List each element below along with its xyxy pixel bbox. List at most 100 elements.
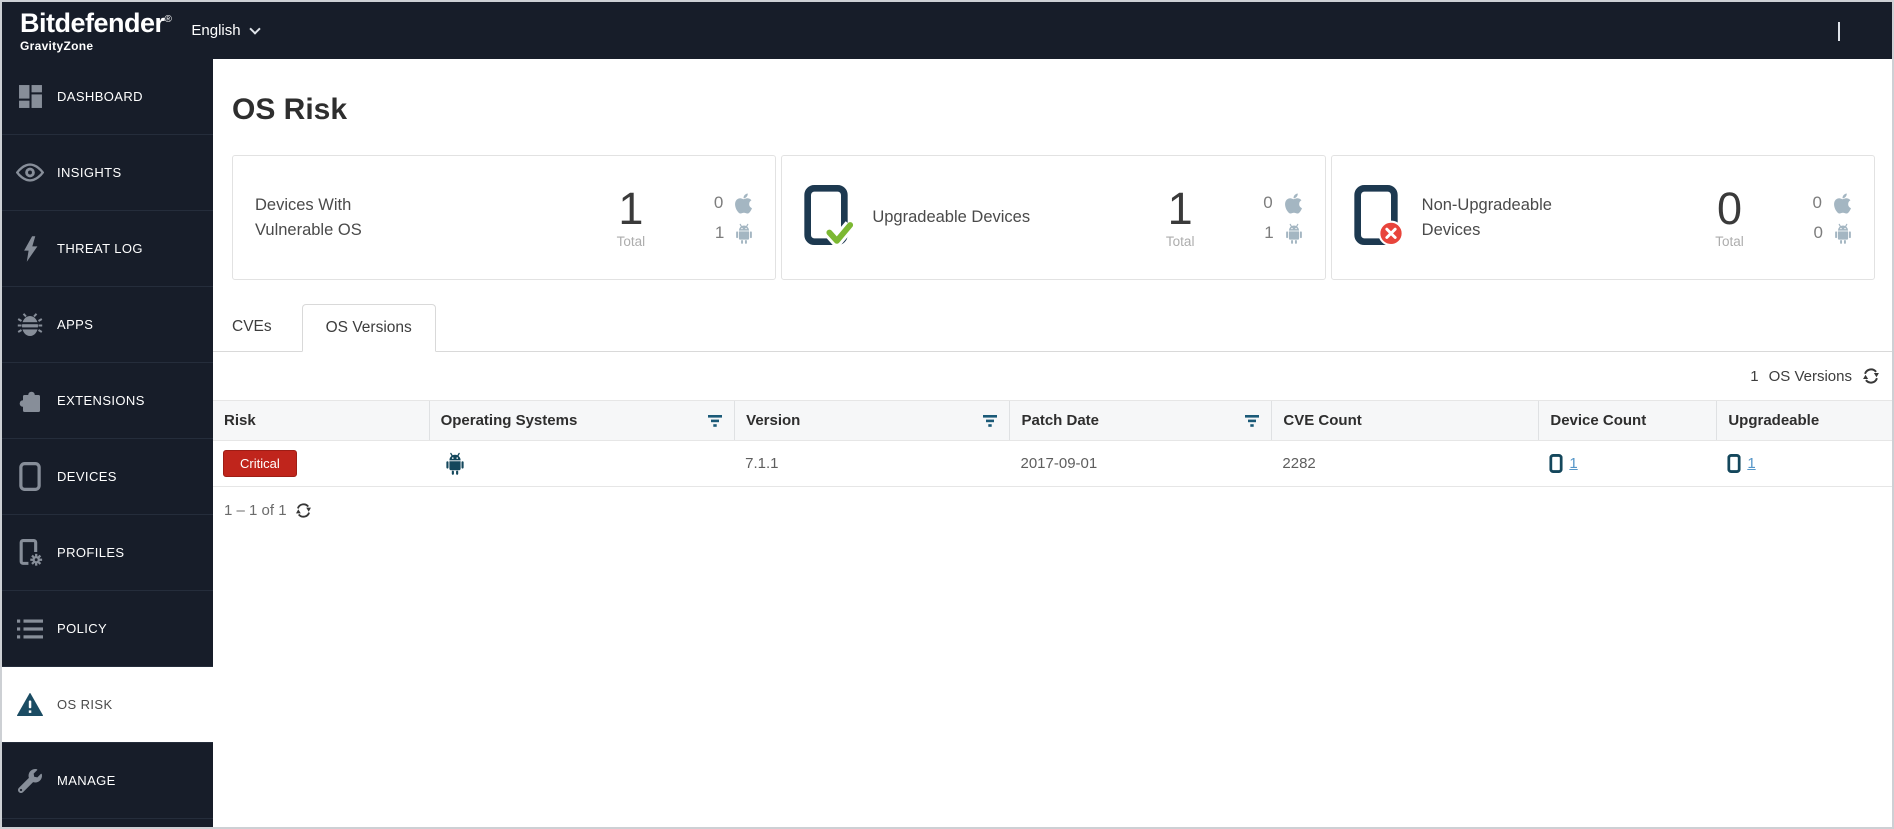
platform-breakdown: 0 1 — [714, 192, 753, 244]
card-title: Devices With Vulnerable OS — [255, 195, 362, 239]
tab-cves[interactable]: CVEs — [232, 303, 302, 351]
apple-icon — [734, 192, 753, 215]
android-count-row: 1 — [714, 223, 753, 244]
puzzle-icon — [14, 389, 46, 413]
app-window: Bitdefender® GravityZone English DASHBOA… — [0, 0, 1894, 829]
sidebar-item-label: DASHBOARD — [57, 89, 143, 104]
column-header-cve-count[interactable]: CVE Count — [1272, 401, 1540, 440]
warning-triangle-icon — [14, 693, 46, 716]
main-content: OS Risk Devices With Vulnerable OS 1 Tot… — [213, 59, 1892, 827]
android-count: 0 — [1813, 223, 1823, 242]
platform-breakdown: 0 0 — [1813, 192, 1852, 244]
sidebar-item-label: OS RISK — [57, 697, 113, 712]
card-upgradeable: Upgradeable Devices 1 Total 0 1 — [781, 155, 1326, 280]
column-header-version[interactable]: Version — [735, 401, 1011, 440]
apple-count-row: 0 — [714, 192, 753, 215]
android-count: 1 — [1264, 223, 1274, 242]
critical-badge: Critical — [223, 450, 297, 477]
card-total: 0 Total — [1709, 186, 1751, 249]
risk-cell: Critical — [213, 450, 430, 477]
patch-date-cell: 2017-09-01 — [1020, 455, 1098, 472]
account-menu-toggle[interactable] — [1838, 22, 1840, 41]
column-header-operating-systems[interactable]: Operating Systems — [430, 401, 736, 440]
total-value: 0 — [1717, 183, 1743, 234]
refresh-icon[interactable] — [295, 502, 312, 519]
result-count-label: OS Versions — [1768, 367, 1852, 385]
sidebar-item-apps[interactable]: APPS — [2, 287, 213, 363]
column-header-patch-date[interactable]: Patch Date — [1010, 401, 1273, 440]
sidebar-item-insights[interactable]: INSIGHTS — [2, 135, 213, 211]
sidebar-item-label: THREAT LOG — [57, 241, 143, 256]
table-header: Risk Operating Systems Version Patch Dat… — [213, 400, 1892, 441]
pagination: 1 – 1 of 1 — [213, 487, 1892, 519]
column-label: Upgradeable — [1728, 412, 1820, 429]
topbar: Bitdefender® GravityZone English — [2, 2, 1892, 59]
column-label: Risk — [224, 412, 256, 429]
sidebar-item-policy[interactable]: POLICY — [2, 591, 213, 667]
card-total: 1 Total — [1159, 186, 1201, 249]
android-count: 1 — [714, 223, 725, 242]
sidebar: DASHBOARD INSIGHTS THREAT LOG APPS EXTEN… — [2, 59, 213, 827]
filter-icon[interactable] — [708, 415, 722, 427]
page-title: OS Risk — [232, 93, 348, 126]
total-label: Total — [1715, 234, 1744, 249]
filter-icon[interactable] — [1245, 415, 1259, 427]
list-icon — [14, 619, 46, 639]
card-total: 1 Total — [610, 186, 652, 249]
card-non-upgradeable: Non-Upgradeable Devices 0 Total 0 0 — [1330, 155, 1875, 280]
total-value: 1 — [618, 183, 644, 234]
device-count-cell: 1 — [1539, 454, 1717, 473]
device-count-link[interactable]: 1 — [1569, 455, 1577, 472]
sidebar-item-label: POLICY — [57, 621, 108, 636]
column-header-upgradeable[interactable]: Upgradeable — [1717, 401, 1892, 440]
platform-breakdown: 0 1 — [1263, 192, 1302, 244]
column-label: Device Count — [1550, 412, 1647, 429]
dashboard-icon — [14, 84, 46, 109]
brand-subtitle: GravityZone — [20, 38, 94, 53]
summary-cards: Devices With Vulnerable OS 1 Total 0 1 U… — [232, 155, 1875, 280]
registered-mark: ® — [164, 13, 172, 25]
wrench-icon — [14, 768, 46, 793]
sidebar-item-label: EXTENSIONS — [57, 393, 145, 408]
upgradeable-cell: 1 — [1717, 454, 1892, 473]
brand-logo: Bitdefender® GravityZone — [20, 9, 172, 53]
bug-icon — [14, 312, 46, 338]
phone-icon — [1549, 454, 1563, 473]
column-header-risk[interactable]: Risk — [213, 401, 430, 440]
sidebar-item-label: APPS — [57, 317, 94, 332]
phone-icon — [1727, 454, 1741, 473]
android-icon — [1285, 223, 1303, 244]
card-title: Non-Upgradeable Devices — [1421, 195, 1552, 239]
table-meta: 1 OS Versions — [213, 352, 1892, 400]
android-count-row: 0 — [1813, 223, 1852, 244]
table-row: Critical 7.1.1 2017-09-01 2282 1 1 — [213, 441, 1892, 487]
upgradeable-count-link[interactable]: 1 — [1747, 455, 1755, 472]
refresh-icon[interactable] — [1862, 367, 1880, 385]
sidebar-item-threat-log[interactable]: THREAT LOG — [2, 211, 213, 287]
android-count-row: 1 — [1263, 223, 1302, 244]
sidebar-item-label: INSIGHTS — [57, 165, 122, 180]
result-count: 1 — [1750, 367, 1759, 385]
device-gear-icon — [14, 538, 46, 567]
android-icon — [1834, 223, 1852, 244]
sidebar-item-profiles[interactable]: PROFILES — [2, 515, 213, 591]
lightning-icon — [14, 235, 46, 262]
total-label: Total — [1165, 234, 1195, 249]
sidebar-item-extensions[interactable]: EXTENSIONS — [2, 363, 213, 439]
column-header-device-count[interactable]: Device Count — [1539, 401, 1718, 440]
sidebar-item-devices[interactable]: DEVICES — [2, 439, 213, 515]
sidebar-item-manage[interactable]: MANAGE — [2, 743, 213, 819]
eye-icon — [14, 163, 46, 182]
pagination-text: 1 – 1 of 1 — [224, 502, 287, 519]
tab-os-versions[interactable]: OS Versions — [301, 304, 436, 352]
sidebar-item-dashboard[interactable]: DASHBOARD — [2, 59, 213, 135]
column-label: Operating Systems — [440, 412, 578, 429]
column-label: CVE Count — [1283, 412, 1362, 429]
language-selector[interactable]: English — [191, 22, 261, 39]
sidebar-item-os-risk[interactable]: OS RISK — [2, 667, 213, 743]
apple-icon — [1284, 192, 1303, 215]
chevron-down-icon — [248, 22, 261, 35]
filter-icon[interactable] — [983, 415, 997, 427]
apple-count: 0 — [713, 193, 724, 212]
apple-count: 0 — [1263, 193, 1273, 212]
